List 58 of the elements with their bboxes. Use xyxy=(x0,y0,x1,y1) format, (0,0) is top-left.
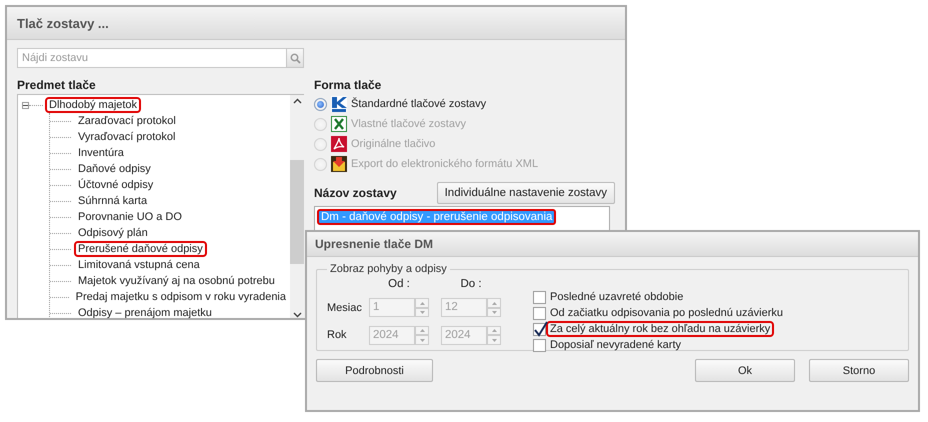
spin-down-button[interactable] xyxy=(487,335,501,345)
collapse-icon[interactable] xyxy=(22,102,29,108)
export-icon xyxy=(331,156,347,172)
settings-button[interactable]: Individuálne nastavenie zostavy xyxy=(436,182,615,204)
search-button[interactable] xyxy=(287,48,304,68)
radio-label: Export do elektronického formátu XML xyxy=(351,158,538,170)
logo-icon xyxy=(331,96,347,112)
column-label: Od : xyxy=(387,278,411,290)
row-label: Mesiac xyxy=(327,302,363,314)
section-heading: Názov zostavy xyxy=(314,186,397,200)
tree-item[interactable]: Súhrnná karta xyxy=(74,193,152,209)
spin-up-button[interactable] xyxy=(415,326,429,336)
tree-item[interactable]: Účtovné odpisy xyxy=(74,177,158,193)
tree-item[interactable]: Vyraďovací protokol xyxy=(74,129,180,145)
scrollbar[interactable] xyxy=(290,95,304,318)
radio-label: Vlastné tlačové zostavy xyxy=(351,118,466,130)
dialog-button[interactable]: Podrobnosti xyxy=(316,359,433,382)
radio-button[interactable] xyxy=(314,98,327,110)
radio-label: Originálne tlačivo xyxy=(351,138,436,150)
check-icon xyxy=(533,320,548,336)
tree-item[interactable]: Limitovaná vstupná cena xyxy=(74,257,204,273)
down-arrow-icon xyxy=(492,311,496,314)
tree-item[interactable]: Predaj majetku s odpisom v roku vyradenia xyxy=(72,289,290,305)
radio-label: Štandardné tlačové zostavy xyxy=(351,98,486,110)
section-heading: Predmet tlače xyxy=(17,78,97,92)
window-title: Tlač zostavy ... xyxy=(7,7,625,40)
tree-item[interactable]: Majetok využívaný aj na osobnú potrebu xyxy=(74,273,279,289)
tree-item[interactable]: Dlhodobý majetok xyxy=(45,97,142,113)
down-arrow-icon xyxy=(420,311,424,314)
up-arrow-icon xyxy=(492,302,496,305)
tree-item[interactable]: Zaraďovací protokol xyxy=(74,113,180,129)
tree-item[interactable]: Odpisy – prenájom majetku xyxy=(74,305,216,318)
column-label: Do : xyxy=(459,278,483,290)
dialog-title: Upresnenie tlače DM xyxy=(307,232,918,257)
up-arrow-icon xyxy=(420,302,424,305)
document-icon xyxy=(331,136,347,152)
spin-up-button[interactable] xyxy=(487,298,501,308)
spin-up-button[interactable] xyxy=(487,326,501,336)
dialog-button[interactable]: Storno xyxy=(809,359,909,382)
scrollbar-thumb[interactable] xyxy=(290,160,304,264)
up-arrow-icon xyxy=(492,329,496,332)
group-title: Zobraz pohyby a odpisy xyxy=(329,263,448,275)
tree-item[interactable]: Odpisový plán xyxy=(74,225,152,241)
tree-item[interactable]: Inventúra xyxy=(74,145,128,161)
down-arrow-icon xyxy=(492,338,496,342)
tree-item[interactable]: Prerušené daňové odpisy xyxy=(74,241,207,257)
dialog-button[interactable]: Ok xyxy=(695,359,795,382)
tree-item[interactable]: Porovnanie UO a DO xyxy=(74,209,186,225)
down-arrow-icon xyxy=(420,338,424,342)
up-arrow-icon xyxy=(420,329,424,332)
section-heading: Forma tlače xyxy=(314,78,382,92)
spin-down-button[interactable] xyxy=(415,335,429,345)
tree-item[interactable]: Daňové odpisy xyxy=(74,161,155,177)
spin-up-button[interactable] xyxy=(415,298,429,308)
row-label: Rok xyxy=(327,329,348,342)
search-icon xyxy=(290,52,300,64)
search-field[interactable]: Nájdi zostavu xyxy=(17,48,287,68)
spreadsheet-icon xyxy=(331,116,347,132)
